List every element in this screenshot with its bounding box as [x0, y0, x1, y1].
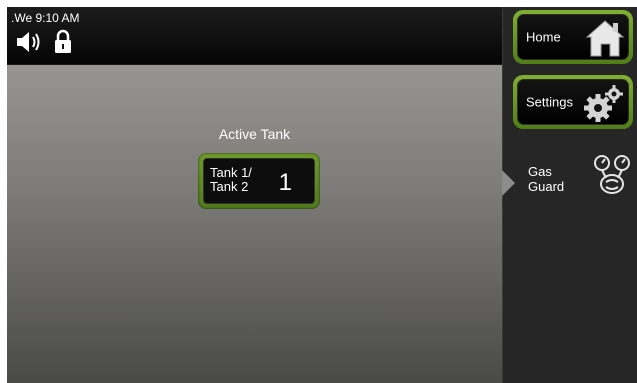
settings-button[interactable]: Settings — [513, 75, 633, 129]
settings-gears-icon — [584, 85, 623, 122]
home-label: Home — [526, 29, 561, 45]
tank-name-line2: Tank 2 — [210, 179, 249, 194]
settings-label: Settings — [526, 94, 573, 110]
settings-button-face: Settings — [517, 79, 629, 125]
tank-button-face: Tank 1/ Tank 2 1 — [203, 158, 315, 204]
gas-guard-line1: Gas — [528, 164, 552, 179]
active-tank-label: Active Tank — [218, 126, 291, 142]
lock-icon[interactable] — [53, 29, 73, 55]
tank-name-line1: Tank 1/ — [210, 165, 252, 180]
status-time: .We 9:10 AM — [11, 11, 80, 25]
tank-name: Tank 1/ Tank 2 — [210, 166, 252, 194]
gas-guard-label: Gas Guard — [528, 164, 564, 194]
status-bar: .We 9:10 AM — [7, 7, 502, 64]
gas-guard-item[interactable]: Gas Guard — [528, 155, 633, 200]
home-button-face: Home — [517, 14, 629, 60]
main-panel: Active Tank Tank 1/ Tank 2 1 — [7, 65, 502, 383]
active-tank-button[interactable]: Tank 1/ Tank 2 1 — [198, 153, 320, 209]
selected-pointer — [502, 170, 515, 196]
home-icon — [585, 20, 625, 57]
home-button[interactable]: Home — [513, 10, 633, 64]
gas-guard-icon — [594, 155, 630, 194]
speaker-icon[interactable] — [15, 29, 45, 55]
tank-value: 1 — [278, 169, 292, 196]
gas-guard-line2: Guard — [528, 179, 565, 194]
